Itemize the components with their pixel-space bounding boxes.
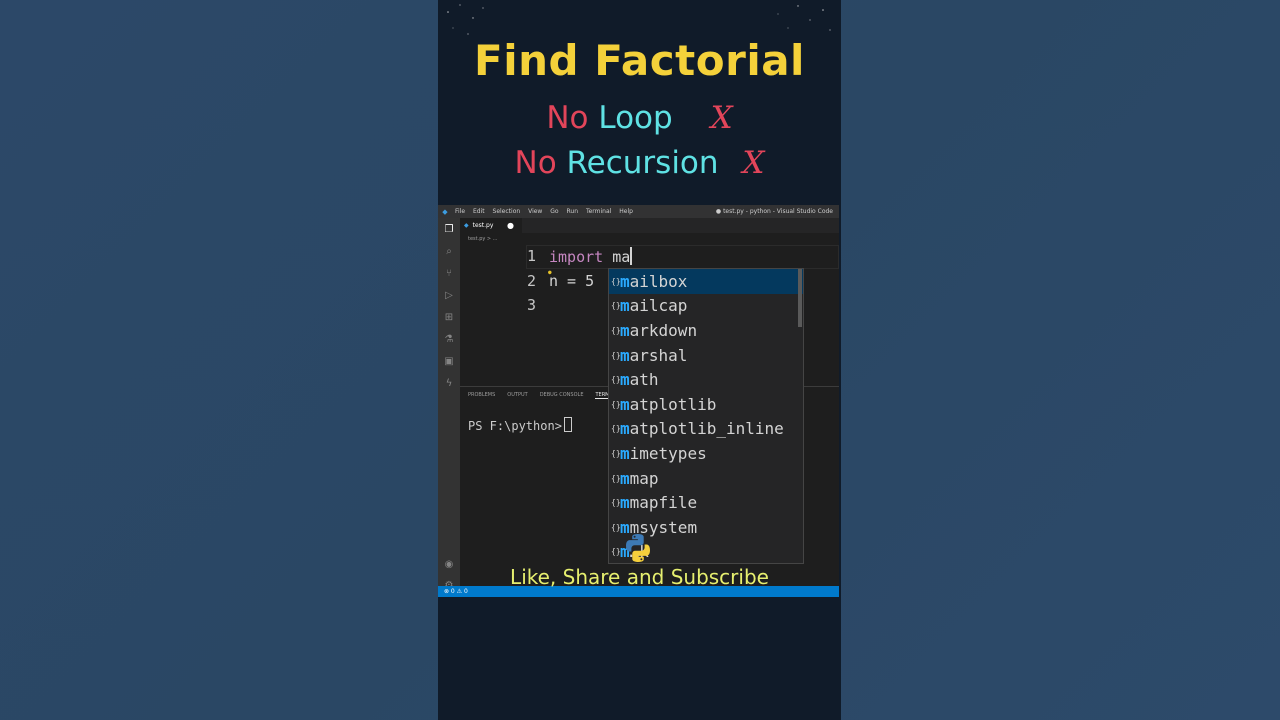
suggestion-item[interactable]: {} m atplotlib	[609, 392, 803, 417]
suggestion-item[interactable]: {} m ath	[609, 367, 803, 392]
python-logo-icon	[626, 534, 650, 562]
x-mark-icon: X	[742, 145, 765, 181]
suggest-scrollbar[interactable]	[798, 269, 802, 327]
loop-label: Loop	[598, 100, 673, 136]
no-loop-line: No Loop X	[438, 100, 841, 136]
explorer-icon[interactable]: ❐	[438, 218, 460, 240]
module-icon: {}	[611, 301, 621, 311]
line-number: 2	[526, 272, 536, 290]
module-icon: {}	[611, 473, 621, 483]
menu-terminal[interactable]: Terminal	[586, 208, 611, 215]
menu-edit[interactable]: Edit	[473, 208, 485, 215]
run-debug-icon[interactable]: ▷	[438, 284, 460, 306]
code-line-2[interactable]: n = 5	[549, 272, 594, 290]
menu-help[interactable]: Help	[619, 208, 633, 215]
module-icon: {}	[611, 350, 621, 360]
suggestion-item[interactable]: {} m arkdown	[609, 318, 803, 343]
terminal-cursor	[563, 417, 572, 432]
module-icon: {}	[611, 375, 621, 385]
activity-bar: ❐ ⌕ ⑂ ▷ ⊞ ⚗ ▣ ϟ ◉ ⚙	[438, 218, 460, 591]
module-icon: {}	[611, 547, 621, 557]
module-icon: {}	[611, 498, 621, 508]
menu-go[interactable]: Go	[550, 208, 558, 215]
suggestion-item[interactable]: {} m map	[609, 466, 803, 491]
short-frame: Find Factorial No Loop X No Recursion X …	[438, 0, 841, 720]
star-sparkles	[447, 4, 831, 35]
tab-test-py[interactable]: ◆ test.py ●	[460, 218, 522, 233]
typed-text: ma	[603, 248, 631, 266]
module-icon: {}	[611, 325, 621, 335]
python-file-icon: ◆	[464, 222, 469, 229]
vscode-logo-icon: ◆	[442, 207, 448, 216]
suggestion-item[interactable]: {} m arshal	[609, 343, 803, 368]
editor-tabs: ◆ test.py ●	[460, 218, 839, 233]
tab-output[interactable]: OUTPUT	[507, 392, 527, 398]
menu-run[interactable]: Run	[567, 208, 579, 215]
subscribe-caption: Like, Share and Subscribe	[510, 565, 769, 589]
suggestion-item[interactable]: {} m imetypes	[609, 441, 803, 466]
tab-label: test.py	[472, 222, 494, 229]
no-label: No	[546, 100, 589, 136]
tab-debug-console[interactable]: DEBUG CONSOLE	[540, 392, 584, 398]
suggestion-item[interactable]: {} m mapfile	[609, 490, 803, 515]
suggestion-item[interactable]: {} m ailcap	[609, 294, 803, 319]
module-icon: {}	[611, 424, 621, 434]
suggestion-item[interactable]: {} m ailbox	[609, 269, 803, 294]
thunder-icon[interactable]: ϟ	[438, 372, 460, 394]
tab-problems[interactable]: PROBLEMS	[468, 392, 495, 398]
x-mark-icon: X	[710, 100, 733, 136]
menu-selection[interactable]: Selection	[493, 208, 521, 215]
terminal[interactable]: PS F:\python>	[468, 417, 572, 433]
source-control-icon[interactable]: ⑂	[438, 262, 460, 284]
line-number: 1	[526, 247, 536, 265]
code-line-1[interactable]: import ma	[549, 247, 632, 266]
title-bar: ◆ File Edit Selection View Go Run Termin…	[438, 205, 839, 218]
video-title: Find Factorial	[474, 36, 805, 85]
window-title: ● test.py - python - Visual Studio Code	[715, 208, 833, 215]
problems-status[interactable]: ⊗ 0 ⚠ 0	[444, 588, 468, 595]
module-icon: {}	[611, 522, 621, 532]
autocomplete-suggestions: {} m ailbox {} m ailcap {} m arkdown {} m arshal…	[608, 268, 804, 564]
keyword-import: import	[549, 248, 604, 266]
module-icon: {}	[611, 276, 621, 286]
remote-explorer-icon[interactable]: ▣	[438, 350, 460, 372]
search-icon[interactable]: ⌕	[438, 240, 460, 262]
testing-icon[interactable]: ⚗	[438, 328, 460, 350]
line-number: 3	[526, 296, 536, 314]
menu-view[interactable]: View	[528, 208, 542, 215]
menu-file[interactable]: File	[455, 208, 465, 215]
terminal-prompt: PS F:\python>	[468, 419, 562, 433]
no-label: No	[514, 145, 557, 181]
text-cursor	[630, 247, 632, 265]
no-recursion-line: No Recursion X	[438, 145, 841, 181]
modified-dot-icon[interactable]: ●	[507, 221, 514, 230]
extensions-icon[interactable]: ⊞	[438, 306, 460, 328]
module-icon: {}	[611, 399, 621, 409]
menu-bar: File Edit Selection View Go Run Terminal…	[452, 208, 636, 215]
recursion-label: Recursion	[566, 145, 719, 181]
module-icon: {}	[611, 448, 621, 458]
breadcrumb[interactable]: test.py > ...	[460, 233, 839, 245]
suggestion-item[interactable]: {} m atplotlib_inline	[609, 417, 803, 442]
